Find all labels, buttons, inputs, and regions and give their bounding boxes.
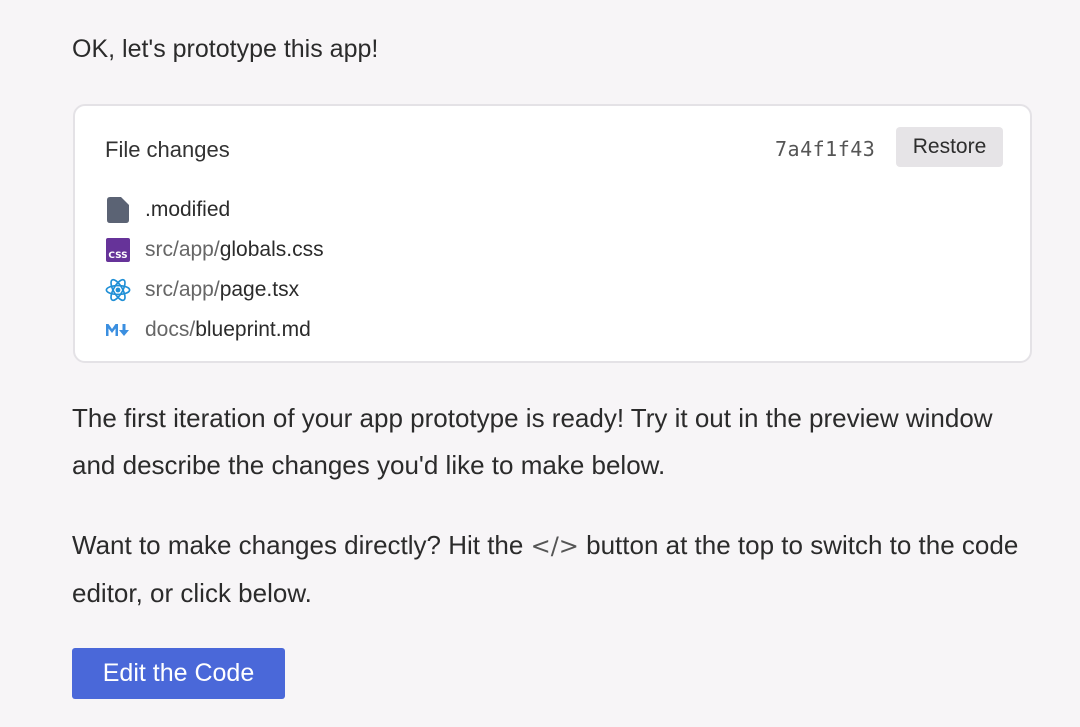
file-changes-card: File changes 7a4f1f43 Restore .modified … bbox=[73, 104, 1032, 363]
file-dir: src/app/ bbox=[145, 238, 220, 261]
file-row-modified[interactable]: .modified bbox=[105, 190, 324, 230]
file-name: .modified bbox=[145, 198, 231, 221]
paragraph-text: Want to make changes directly? Hit the bbox=[72, 530, 531, 560]
edit-code-button[interactable]: Edit the Code bbox=[72, 648, 285, 699]
file-changes-title: File changes bbox=[105, 137, 230, 162]
svg-text:CSS: CSS bbox=[108, 251, 127, 261]
code-editor-paragraph: Want to make changes directly? Hit the <… bbox=[72, 522, 1032, 617]
markdown-icon bbox=[105, 317, 131, 343]
file-dir: src/app/ bbox=[145, 278, 220, 301]
file-name: globals.css bbox=[219, 238, 324, 261]
code-icon: </> bbox=[530, 532, 579, 560]
file-row-page-tsx[interactable]: src/app/page.tsx bbox=[105, 270, 324, 310]
intro-text: OK, let's prototype this app! bbox=[72, 35, 379, 63]
file-row-globals-css[interactable]: CSS src/app/globals.css bbox=[105, 230, 324, 270]
restore-button[interactable]: Restore bbox=[896, 127, 1003, 167]
react-icon bbox=[105, 277, 131, 303]
file-name: page.tsx bbox=[219, 278, 300, 301]
css-icon: CSS bbox=[105, 237, 131, 263]
file-row-blueprint-md[interactable]: docs/blueprint.md bbox=[105, 310, 324, 350]
commit-hash: 7a4f1f43 bbox=[775, 137, 876, 161]
file-list: .modified CSS src/app/globals.css src/ap… bbox=[105, 190, 324, 350]
file-name: blueprint.md bbox=[195, 318, 311, 341]
file-dir: docs/ bbox=[145, 318, 196, 341]
file-icon bbox=[105, 197, 131, 223]
result-paragraph: The first iteration of your app prototyp… bbox=[72, 403, 993, 480]
